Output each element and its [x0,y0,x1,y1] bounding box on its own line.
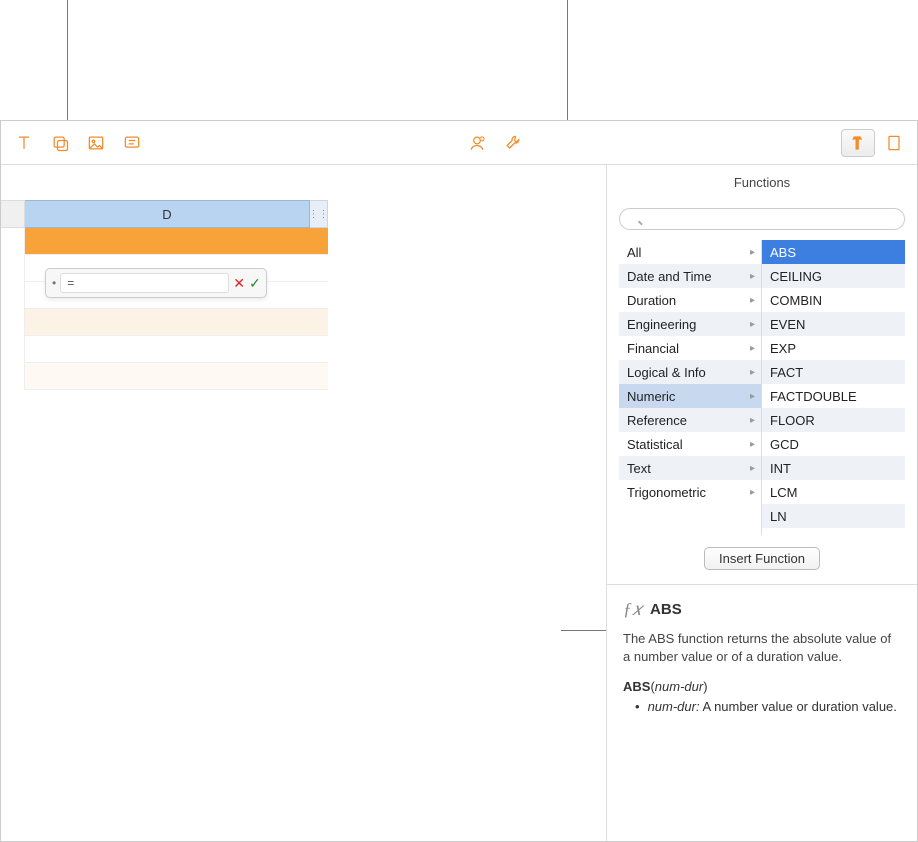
function-item[interactable]: INT [762,456,905,480]
category-item[interactable]: Statistical [619,432,761,456]
category-item[interactable]: Date and Time [619,264,761,288]
category-item[interactable]: Financial [619,336,761,360]
formula-editor: • ✕ ✓ [45,268,267,298]
function-browser: AllDate and TimeDurationEngineeringFinan… [619,240,905,535]
function-item[interactable]: FACTDOUBLE [762,384,905,408]
shape-tool-button[interactable] [43,129,77,157]
inspector-title: Functions [607,165,917,208]
category-list: AllDate and TimeDurationEngineeringFinan… [619,240,762,535]
function-item[interactable]: ABS [762,240,905,264]
column-header-D[interactable]: D [25,200,310,228]
function-list: ABSCEILINGCOMBINEVENEXPFACTFACTDOUBLEFLO… [762,240,905,535]
category-item[interactable]: Reference [619,408,761,432]
table-cell[interactable] [25,363,328,390]
spreadsheet-area: D ⋮⋮ [1,165,328,841]
formula-handle-icon[interactable]: • [52,276,56,290]
tools-button[interactable] [496,129,530,157]
insert-function-button[interactable]: Insert Function [704,547,820,570]
help-function-name: ABS [650,601,682,618]
function-item[interactable]: LCM [762,480,905,504]
function-help-pane: ƒ𝑥 ABS The ABS function returns the abso… [607,585,917,730]
format-inspector-button[interactable] [841,129,875,157]
function-item[interactable]: LOG [762,528,905,535]
text-tool-button[interactable] [7,129,41,157]
column-drag-handle[interactable]: ⋮⋮ [310,200,328,228]
function-search-input[interactable] [619,208,905,230]
category-item[interactable]: Numeric [619,384,761,408]
help-signature: ABS(num-dur) [623,679,901,694]
toolbar [1,121,917,165]
function-item[interactable]: CEILING [762,264,905,288]
category-item[interactable]: Logical & Info [619,360,761,384]
fx-icon: ƒ𝑥 [623,599,642,620]
table-cell[interactable] [25,336,328,363]
function-item[interactable]: FLOOR [762,408,905,432]
formula-confirm-button[interactable]: ✓ [249,275,261,292]
function-item[interactable]: GCD [762,432,905,456]
function-item[interactable]: FACT [762,360,905,384]
help-argument: • num-dur: A number value or duration va… [623,698,901,716]
category-item[interactable]: Duration [619,288,761,312]
function-item[interactable]: EXP [762,336,905,360]
comment-tool-button[interactable] [115,129,149,157]
collaborate-button[interactable] [460,129,494,157]
formula-cancel-button[interactable]: ✕ [233,275,245,292]
table-header-cell[interactable] [25,228,328,255]
function-item[interactable]: LN [762,504,905,528]
category-item[interactable]: Engineering [619,312,761,336]
function-item[interactable]: COMBIN [762,288,905,312]
media-tool-button[interactable] [79,129,113,157]
table-cell[interactable] [25,309,328,336]
function-item[interactable]: EVEN [762,312,905,336]
category-item[interactable]: All [619,240,761,264]
category-item[interactable]: Text [619,456,761,480]
category-item[interactable]: Trigonometric [619,480,761,504]
help-description: The ABS function returns the absolute va… [623,630,901,665]
document-inspector-button[interactable] [877,129,911,157]
formula-input[interactable] [60,273,229,293]
functions-inspector: Functions AllDate and TimeDurationEngine… [606,165,917,841]
